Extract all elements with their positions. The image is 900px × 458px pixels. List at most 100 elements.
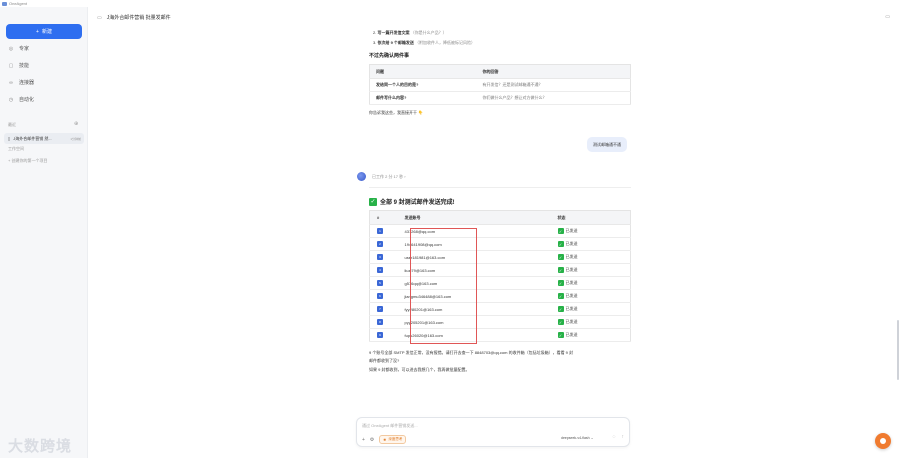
conversation-label: J海外合邮件营销 然...	[13, 135, 52, 141]
sidebar-item-connector[interactable]: ∞ 连接器	[8, 79, 35, 87]
row-number-badge: 6	[377, 293, 383, 299]
check-icon: ✓	[557, 306, 564, 312]
new-chat-button[interactable]: + 新建	[6, 24, 82, 39]
sidebar-item-label: 技能	[19, 63, 30, 69]
summary-text: 9 个账号全部 SMTP 发信正常，没有报错。请打开去查一下 8848703@q…	[369, 350, 574, 355]
sender-account: fyy280201@163.com	[402, 302, 550, 316]
table-header: 状态	[549, 210, 631, 225]
row-number-badge: 7	[377, 306, 383, 312]
table-row: 4 liuzi79@163.com ✓ 已发送	[369, 263, 631, 277]
sidebar-item-label: 专家	[19, 46, 30, 52]
panel-toggle-icon[interactable]: ▭	[885, 14, 890, 20]
check-icon: ✓	[557, 241, 564, 247]
sender-account: g576qq@163.com	[402, 276, 550, 290]
page-title: J海外合邮件营销 批量发邮件	[106, 15, 171, 21]
recent-section-label: 最近	[8, 122, 16, 127]
breadcrumb: ▭ J海外合邮件营销 批量发邮件	[97, 14, 171, 22]
sender-account: 431268@qq.com	[402, 224, 550, 238]
row-number-badge: 8	[377, 319, 383, 325]
table-header: #	[369, 210, 403, 225]
table-row: 1 431268@qq.com ✓ 已发送	[369, 224, 631, 238]
watermark-logo: 大数跨境	[8, 438, 73, 455]
check-icon: ✓	[369, 197, 377, 206]
table-header: 发送账号	[402, 210, 550, 225]
closing-text: 你告诉我这些，我直接开干 👇	[369, 110, 424, 115]
status-badge: ✓ 已发送	[557, 293, 578, 299]
status-badge: ✓ 已发送	[557, 254, 578, 260]
sender-account: fupu26020@163.com	[402, 328, 550, 342]
plus-icon: +	[36, 28, 39, 35]
sender-account: user181981@163.com	[402, 250, 550, 264]
microphone-icon[interactable]: ◌	[613, 434, 616, 440]
scrollbar[interactable]	[897, 320, 899, 380]
summary-text: 如果 9 封都收到，可以进去我想几个，我再做批量配置。	[369, 367, 470, 372]
sidebar-item-skill[interactable]: ▢ 技能	[8, 62, 30, 70]
table-header: 问题	[369, 64, 477, 79]
table-row: 发给同一个人的目的是? 有开发信？还是测试邮箱通不通？	[369, 78, 631, 92]
status-badge: ✓ 已发送	[557, 319, 578, 325]
bulb-icon: ✺	[383, 437, 387, 442]
new-chat-label: 新建	[41, 29, 52, 35]
check-icon: ✓	[557, 280, 564, 286]
table-row: 6 jiangmu346488@163.com ✓ 已发送	[369, 289, 631, 303]
sidebar-item-automation[interactable]: ◷ 自动化	[8, 96, 35, 104]
list-item: 2. 写一篇开发信文案 （你是什么产品？）	[373, 30, 447, 35]
tools-icon[interactable]: ⚙	[370, 437, 374, 443]
workspace-label: 工作空间	[8, 146, 24, 151]
row-number-badge: 9	[377, 332, 383, 338]
result-heading: ✓ 全部 9 封测试邮件发送完成!	[369, 197, 455, 206]
table-row: 2 194641908@qq.com ✓ 已发送	[369, 237, 631, 251]
sidebar-conversation-item[interactable]: ▯ J海外合邮件营销 然... 1分钟前	[4, 133, 84, 144]
table-row: 9 fupu26020@163.com ✓ 已发送	[369, 328, 631, 342]
title-bar: OneAgent	[0, 0, 900, 7]
status-badge: ✓ 已发送	[557, 332, 578, 338]
connector-icon: ∞	[9, 79, 13, 86]
table-row: 5 g576qq@163.com ✓ 已发送	[369, 276, 631, 290]
mail-result-table: # 发送账号 状态 1 431268@qq.com ✓ 已发送 2 194641908@q…	[369, 210, 631, 342]
user-message-bubble: 测试邮箱通不通	[587, 137, 627, 152]
table-row: 7 fyy280201@163.com ✓ 已发送	[369, 302, 631, 316]
status-badge: ✓ 已发送	[557, 280, 578, 286]
deep-think-toggle[interactable]: ✺ 深度思考	[379, 435, 407, 444]
row-number-badge: 3	[377, 254, 383, 260]
table-row: 8 pyy205201@163.com ✓ 已发送	[369, 315, 631, 329]
app-title: OneAgent	[9, 1, 28, 6]
check-icon: ✓	[557, 228, 564, 234]
model-selector[interactable]: deepseek-v4-flash ⌄	[561, 436, 594, 440]
status-badge: ✓ 已发送	[557, 267, 578, 273]
add-section-icon[interactable]: ⊕	[74, 121, 78, 127]
automation-icon: ◷	[8, 96, 14, 103]
send-icon[interactable]: ↑	[622, 434, 625, 440]
sidebar-item-label: 自动化	[19, 97, 35, 103]
conversation-time: 1分钟前	[70, 136, 81, 141]
chat-bubble-icon: ▯	[8, 136, 11, 141]
check-icon: ✓	[557, 319, 564, 325]
sidebar-item-label: 连接器	[19, 80, 35, 86]
table-header: 你的回答	[476, 64, 631, 79]
sidebar-item-expert[interactable]: ◎ 专家	[8, 45, 30, 53]
composer-actions: ◌ ↑	[613, 434, 624, 440]
status-badge: ✓ 已发送	[557, 306, 578, 312]
status-badge: ✓ 已发送	[557, 228, 578, 234]
sidebar-toggle-icon[interactable]: ▭	[97, 15, 102, 21]
summary-text: 邮件都收到了没?	[369, 358, 400, 363]
status-badge: ✓ 已发送	[557, 241, 578, 247]
confirm-heading: 不过先确认两件事	[369, 53, 410, 59]
list-item: 3. 依次给 9 个邮箱发送 （附加收件人，降低被标记风险）	[373, 40, 476, 45]
sidebar: + 新建 ◎ 专家 ▢ 技能 ∞ 连接器 ◷ 自动化 最近 ⊕ ▯ J海外合邮件…	[0, 7, 88, 458]
row-number-badge: 1	[377, 228, 383, 234]
sender-account: liuzi79@163.com	[402, 263, 550, 277]
table-row: 邮件写什么内容? 你们做什么产品？想让对方做什么？	[369, 91, 631, 105]
message-input[interactable]: 通过 OneAgent 邮件营销发送...	[362, 423, 418, 429]
assistant-float-button[interactable]	[875, 433, 891, 449]
assistant-avatar	[357, 172, 366, 181]
work-duration-toggle[interactable]: 已工作 2 分 17 秒 ›	[372, 174, 406, 180]
create-project-link[interactable]: + 创建你的第一个项目	[8, 158, 47, 164]
skill-icon: ▢	[8, 62, 14, 69]
check-icon: ✓	[557, 332, 564, 338]
expert-icon: ◎	[8, 45, 14, 52]
sender-account: jiangmu346488@163.com	[402, 289, 550, 303]
row-number-badge: 5	[377, 280, 383, 286]
add-attachment-icon[interactable]: +	[362, 437, 365, 443]
message-composer[interactable]: 通过 OneAgent 邮件营销发送... + ⚙ ✺ 深度思考 deepsee…	[356, 417, 630, 447]
